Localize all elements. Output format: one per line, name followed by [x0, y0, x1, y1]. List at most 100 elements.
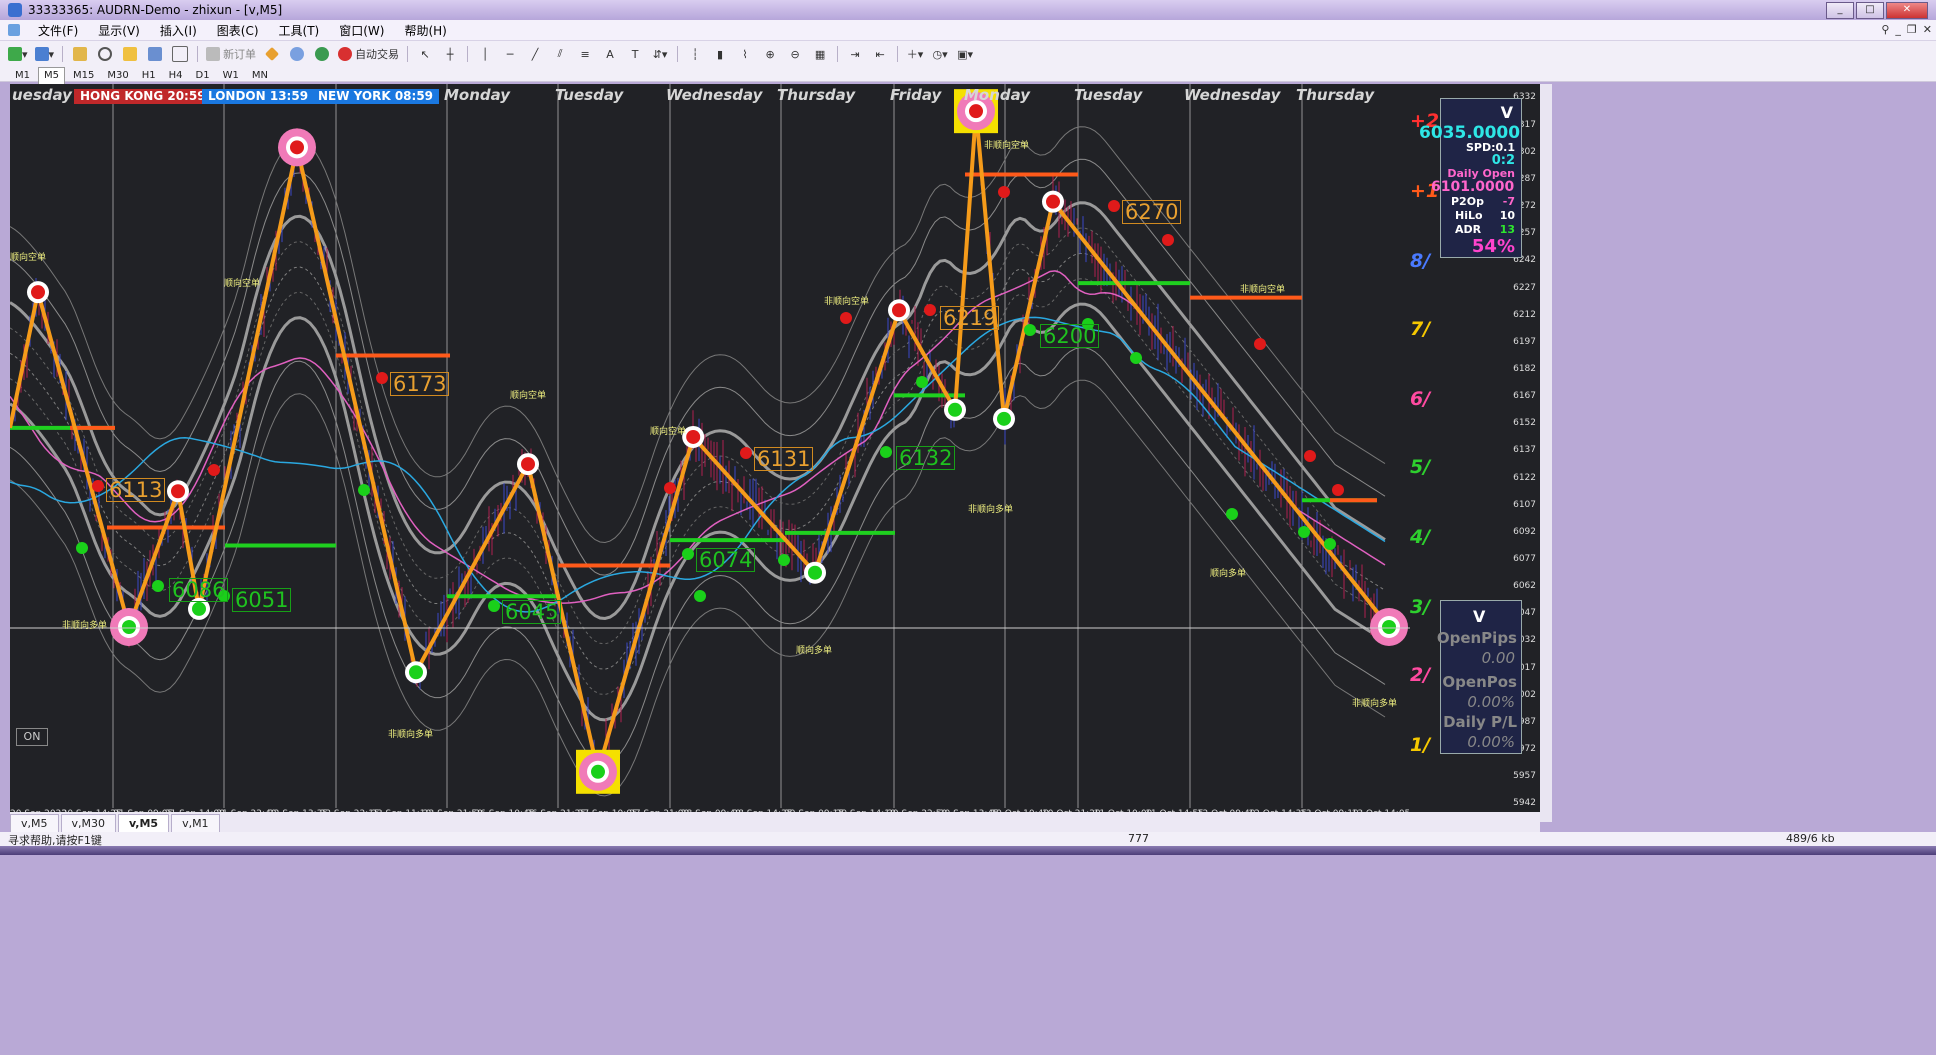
menu-insert[interactable]: 插入(I)	[150, 22, 207, 39]
menu-file[interactable]: 文件(F)	[28, 22, 88, 39]
chart-shift-button[interactable]: ⇤	[869, 45, 891, 63]
tester-icon	[172, 46, 189, 62]
cursor-tool[interactable]: ↖	[414, 45, 436, 63]
community-button[interactable]	[311, 45, 333, 63]
channel-tool[interactable]: ⫽	[549, 45, 571, 63]
mdi-close-icon[interactable]: ✕	[1923, 23, 1932, 36]
new-order-button[interactable]: 新订单	[204, 45, 258, 63]
pivot-marker-core	[290, 140, 304, 155]
strategy-tester-button[interactable]	[169, 45, 191, 63]
minimize-button[interactable]: _	[1826, 2, 1854, 19]
new-chart-icon	[8, 47, 22, 61]
signal-dot	[1304, 450, 1316, 462]
signal-label: 顺向空单	[650, 427, 687, 437]
menu-window[interactable]: 窗口(W)	[329, 22, 394, 39]
signal-dot	[1254, 338, 1266, 350]
mdi-restore-icon[interactable]: ❐	[1907, 23, 1917, 36]
tab-chart[interactable]: v,M5	[10, 814, 59, 832]
menu-tools[interactable]: 工具(T)	[269, 22, 330, 39]
trendline-tool[interactable]: ╱	[524, 45, 546, 63]
search-icon[interactable]: ⚲	[1881, 23, 1889, 36]
data-window-button[interactable]	[94, 45, 116, 63]
menu-view[interactable]: 显示(V)	[88, 22, 150, 39]
tab-chart[interactable]: v,M30	[60, 814, 116, 832]
pivot-marker-core	[997, 411, 1011, 426]
terminal-button[interactable]	[144, 45, 166, 63]
pivot-marker-core	[521, 457, 535, 472]
info-panel-top: V 6035.0000 SPD:0.1 0:2 Daily Open 6101.…	[1419, 98, 1522, 258]
tab-chart[interactable]: v,M1	[171, 814, 220, 832]
tf-h4[interactable]: H4	[164, 68, 188, 84]
line-chart-button[interactable]: ⌇	[734, 45, 756, 63]
text-tool[interactable]: A	[599, 45, 621, 63]
price-label: 6270	[1122, 200, 1182, 224]
auto-trade-button[interactable]: 自动交易	[336, 45, 401, 63]
horizontal-line-tool[interactable]: ─	[499, 45, 521, 63]
tf-m5[interactable]: M5	[38, 67, 65, 85]
hilo: 10	[1499, 209, 1515, 222]
signal-dot	[916, 376, 928, 388]
pivot-marker-core	[409, 665, 423, 680]
zoom-out-button[interactable]: ⊖	[784, 45, 806, 63]
bid-price: 6035.0000	[1419, 123, 1521, 143]
title-bar: 33333365: AUDRN-Demo - zhixun - [v,M5] _…	[0, 0, 1936, 20]
day-label: Monday	[444, 86, 511, 104]
tab-chart-active[interactable]: v,M5	[118, 814, 170, 832]
close-button[interactable]: ✕	[1886, 2, 1928, 19]
new-chart-button[interactable]: ▾	[6, 45, 30, 63]
fibo-tool[interactable]: ≡	[574, 45, 596, 63]
tf-w1[interactable]: W1	[218, 68, 244, 84]
profiles-button[interactable]: ▾	[33, 45, 57, 63]
menu-help[interactable]: 帮助(H)	[394, 22, 456, 39]
signals-button[interactable]	[286, 45, 308, 63]
price-label: 6113	[106, 478, 166, 502]
chart-shift-icon: ⇤	[875, 47, 885, 61]
menu-bar: 文件(F) 显示(V) 插入(I) 图表(C) 工具(T) 窗口(W) 帮助(H…	[0, 20, 1936, 41]
adr: 13	[1499, 223, 1515, 236]
tile-windows-button[interactable]: ▦	[809, 45, 831, 63]
text-label-tool[interactable]: T	[624, 45, 646, 63]
autoscroll-button[interactable]: ⇥	[844, 45, 866, 63]
tf-h1[interactable]: H1	[137, 68, 161, 84]
arrows-icon: ⇵	[652, 47, 662, 61]
market-watch-button[interactable]	[69, 45, 91, 63]
signal-dot	[152, 580, 164, 592]
daily-open: 6101.0000	[1431, 179, 1515, 195]
signal-dot	[376, 372, 388, 384]
tf-mn[interactable]: MN	[247, 68, 273, 84]
signal-label: 顺向空单	[10, 253, 47, 263]
tf-m30[interactable]: M30	[102, 68, 133, 84]
maximize-button[interactable]: □	[1856, 2, 1884, 19]
chart-tabs: v,M5 v,M30 v,M5 v,M1	[10, 812, 1540, 832]
mdi-minimize-icon[interactable]: _	[1895, 23, 1901, 36]
templates-button[interactable]: ▣ ▾	[954, 45, 976, 63]
periods-button[interactable]: ◷ ▾	[929, 45, 951, 63]
price-label: 6131	[754, 447, 814, 471]
signal-label: 非顺向多单	[968, 505, 1014, 515]
chart-canvas	[10, 84, 1410, 808]
crosshair-tool-icon: ┼	[446, 47, 454, 61]
signal-dot	[488, 600, 500, 612]
arrows-tool[interactable]: ⇵ ▾	[649, 45, 671, 63]
candles-button[interactable]: ▮	[709, 45, 731, 63]
bar-chart-button[interactable]: ┆	[684, 45, 706, 63]
signal-dot	[1108, 200, 1120, 212]
tf-m1[interactable]: M1	[10, 68, 35, 84]
metaeditor-button[interactable]	[261, 45, 283, 63]
vertical-line-tool[interactable]: │	[474, 45, 496, 63]
trendline-icon: ╱	[531, 47, 539, 61]
price-tick: 6122	[1513, 472, 1536, 483]
crosshair-tool[interactable]: ┼	[439, 45, 461, 63]
tf-m15[interactable]: M15	[68, 68, 99, 84]
zoom-in-button[interactable]: ⊕	[759, 45, 781, 63]
right-scrollbar[interactable]	[1540, 84, 1552, 822]
on-toggle-button[interactable]: ON	[16, 728, 48, 746]
tf-d1[interactable]: D1	[191, 68, 215, 84]
price-chart[interactable]: uesday Monday Tuesday Wednesday Thursday…	[10, 84, 1410, 808]
indicators-button[interactable]: ＋ ▾	[904, 45, 926, 63]
signal-dot	[208, 464, 220, 476]
signal-dot	[76, 542, 88, 554]
market-watch-icon	[73, 47, 88, 61]
menu-charts[interactable]: 图表(C)	[207, 22, 269, 39]
navigator-button[interactable]	[119, 45, 141, 63]
